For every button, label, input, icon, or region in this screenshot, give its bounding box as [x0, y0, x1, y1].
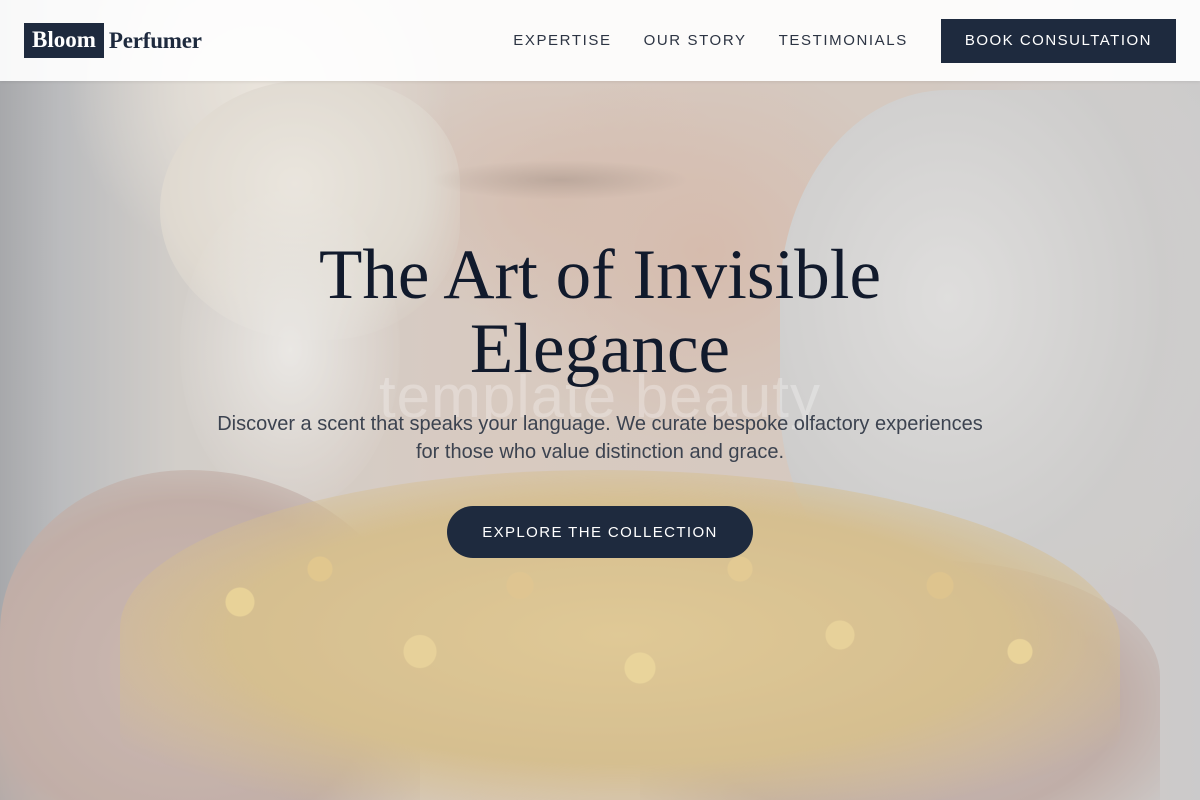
- main-nav: EXPERTISE OUR STORY TESTIMONIALS BOOK CO…: [513, 18, 1176, 63]
- nav-link-expertise[interactable]: EXPERTISE: [513, 32, 611, 49]
- nav-link-testimonials[interactable]: TESTIMONIALS: [779, 32, 908, 49]
- hero-title-line1: The Art of Invisible: [319, 236, 881, 314]
- site-header: Bloom Perfumer EXPERTISE OUR STORY TESTI…: [0, 0, 1200, 81]
- nav-link-our-story[interactable]: OUR STORY: [644, 32, 747, 49]
- hero-subtitle: Discover a scent that speaks your langua…: [160, 410, 1040, 466]
- hero-subtitle-line2: for those who value distinction and grac…: [416, 441, 784, 463]
- explore-collection-button[interactable]: EXPLORE THE COLLECTION: [447, 506, 753, 558]
- logo-text: Perfumer: [108, 27, 202, 53]
- logo-box: Bloom: [24, 23, 104, 58]
- hero-subtitle-line1: Discover a scent that speaks your langua…: [217, 413, 983, 435]
- hero-title-line2: Elegance: [469, 310, 731, 388]
- hero-title: The Art of Invisible Elegance: [0, 238, 1200, 386]
- book-consultation-button[interactable]: BOOK CONSULTATION: [940, 18, 1176, 63]
- brand-logo[interactable]: Bloom Perfumer: [24, 23, 202, 58]
